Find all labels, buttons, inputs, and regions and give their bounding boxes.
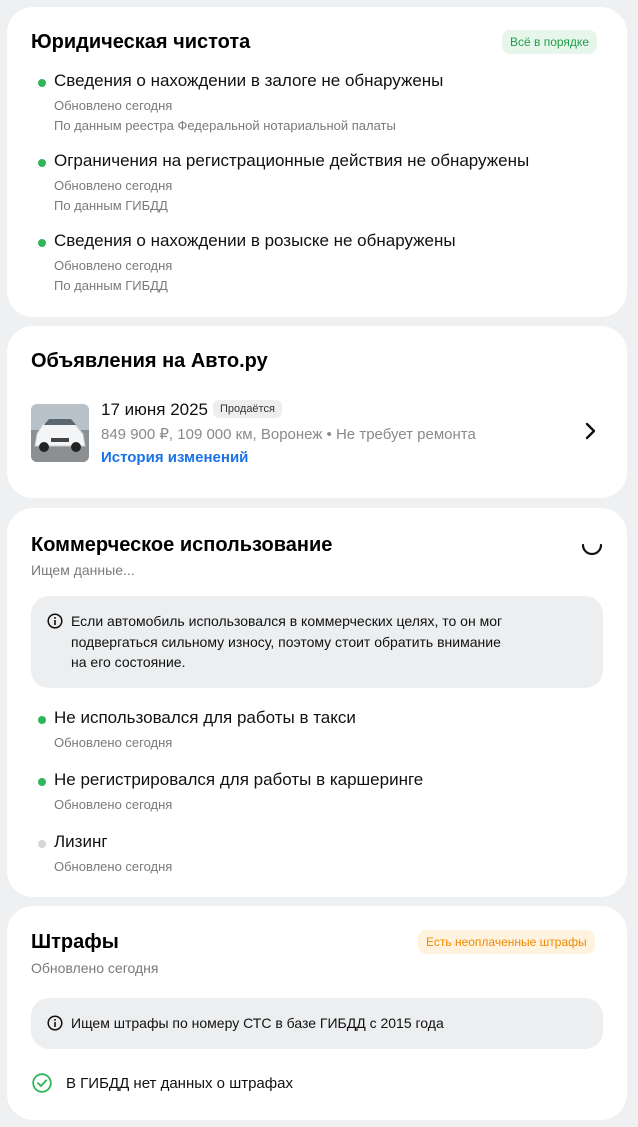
listing-row[interactable]: 17 июня 2025 Продаётся 849 900 ₽, 109 00…	[7, 396, 627, 471]
status-badge-warning: Есть неоплаченные штрафы	[418, 930, 595, 954]
item-title: Не регистрировался для работы в каршерин…	[54, 770, 424, 789]
info-box: Если автомобиль использовался в коммерче…	[31, 596, 603, 688]
item-title: Ограничения на регистрационные действия …	[54, 151, 530, 170]
ads-title: Объявления на Авто.ру	[31, 350, 268, 372]
info-line: на его состояние.	[71, 654, 186, 670]
item-title: Сведения о нахождении в залоге не обнару…	[54, 71, 444, 90]
item-title: Сведения о нахождении в розыске не обнар…	[54, 231, 456, 250]
item-source: По данным ГИБДД	[54, 278, 168, 293]
info-line: подвергаться сильному износу, поэтому ст…	[71, 633, 501, 650]
status-dot-ok	[38, 778, 46, 786]
listing-details: 849 900 ₽, 109 000 км, Воронеж • Не треб…	[101, 426, 476, 443]
item-title: Лизинг	[54, 832, 108, 851]
status-badge: Продаётся	[213, 400, 282, 418]
item-updated: Обновлено сегодня	[54, 735, 173, 750]
legal-title: Юридическая чистота	[31, 31, 251, 53]
fines-title: Штрафы	[31, 931, 119, 953]
status-dot-ok	[38, 716, 46, 724]
item-updated: Обновлено сегодня	[54, 859, 173, 874]
ads-card: Объявления на Авто.ру 17 июня 2025 Прода…	[7, 326, 627, 498]
info-box: Ищем штрафы по номеру СТС в базе ГИБДД с…	[31, 998, 603, 1049]
chevron-right-icon[interactable]	[583, 422, 597, 440]
status-dot-ok	[38, 239, 46, 247]
info-icon	[47, 1015, 63, 1031]
commercial-card: Коммерческое использование Ищем данные..…	[7, 508, 627, 897]
item-source: По данным ГИБДД	[54, 198, 168, 213]
item-title: Не использовался для работы в такси	[54, 708, 356, 727]
legal-card: Юридическая чистота Всё в порядке Сведен…	[7, 7, 627, 317]
commercial-subtitle: Ищем данные...	[31, 562, 135, 578]
loading-spinner-icon	[581, 534, 603, 556]
fines-result: В ГИБДД нет данных о штрафах	[66, 1075, 293, 1092]
info-text: Ищем штрафы по номеру СТС в базе ГИБДД с…	[71, 1015, 444, 1031]
history-link[interactable]: История изменений	[101, 449, 248, 466]
status-badge-ok: Всё в порядке	[502, 30, 597, 54]
status-dot-ok	[38, 79, 46, 87]
check-circle-icon	[32, 1073, 52, 1093]
car-thumbnail	[31, 404, 89, 462]
listing-date: 17 июня 2025	[101, 400, 209, 419]
item-updated: Обновлено сегодня	[54, 98, 173, 113]
commercial-title: Коммерческое использование	[31, 534, 333, 556]
item-updated: Обновлено сегодня	[54, 178, 173, 193]
fines-subtitle: Обновлено сегодня	[31, 960, 159, 976]
fines-card: Штрафы Есть неоплаченные штрафы Обновлен…	[7, 906, 627, 1120]
item-updated: Обновлено сегодня	[54, 258, 173, 273]
item-source: По данным реестра Федеральной нотариальн…	[54, 118, 396, 133]
info-line: Если автомобиль использовался в коммерче…	[71, 613, 503, 629]
info-text: Если автомобиль использовался в коммерче…	[71, 611, 502, 673]
item-updated: Обновлено сегодня	[54, 797, 173, 812]
status-dot-pending	[38, 840, 46, 848]
status-dot-ok	[38, 159, 46, 167]
info-icon	[47, 613, 63, 629]
